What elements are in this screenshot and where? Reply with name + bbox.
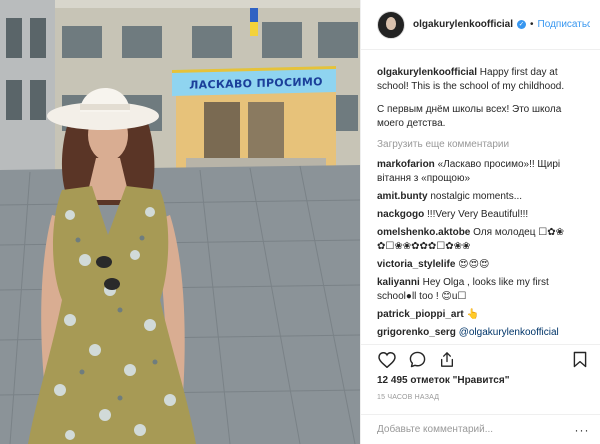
post-header: olgakurylenkoofficial ✓ • Подписаться (361, 0, 600, 50)
caption-username[interactable]: olgakurylenkoofficial (377, 67, 477, 78)
comment-item: grigorenko_serg @olgakurylenkoofficial (377, 326, 590, 340)
comment-item: amit.bunty nostalgic moments... (377, 190, 590, 204)
comment-username[interactable]: nackgogo (377, 209, 424, 220)
more-options-icon[interactable]: ··· (574, 424, 590, 436)
share-icon[interactable] (437, 350, 457, 370)
comment-text: 😍😍😍 (455, 259, 490, 270)
load-more-comments-link[interactable]: Загрузить еще комментарии (377, 139, 590, 150)
comment-username[interactable]: markofarion (377, 159, 435, 170)
comment-text: 👆 (463, 309, 479, 320)
photo-illustration (0, 0, 360, 444)
post-photo[interactable]: ЛАСКАВО ПРОСИМО (0, 0, 360, 444)
post-timestamp[interactable]: 15 часов назад (377, 394, 439, 401)
comment-username[interactable]: grigorenko_serg (377, 327, 456, 338)
comment-item: patrick_pioppi_art 👆 (377, 308, 590, 322)
comment-item: nackgogo !!!Very Very Beautiful!!! (377, 208, 590, 222)
caption: olgakurylenkoofficial Happy first day at… (377, 66, 590, 94)
verified-badge-icon: ✓ (517, 20, 527, 29)
comment-text: nostalgic moments... (427, 191, 523, 202)
bookmark-icon[interactable] (570, 350, 590, 370)
comment-mention-link[interactable]: @olgakurylenkoofficial (459, 327, 559, 338)
follow-button[interactable]: Подписаться (538, 19, 590, 30)
comment-text: !!!Very Very Beautiful!!! (424, 209, 529, 220)
comment-username[interactable]: victoria_stylelife (377, 259, 455, 270)
comment-username[interactable]: patrick_pioppi_art (377, 309, 464, 320)
comment-username[interactable]: kaliyanni (377, 277, 420, 288)
comment-bubble-icon[interactable] (407, 350, 427, 370)
add-comment-input[interactable] (377, 424, 574, 435)
comment-username[interactable]: omelshenko.aktobe (377, 227, 470, 238)
comments-list: olgakurylenkoofficial Happy first day at… (361, 50, 600, 342)
heart-icon[interactable] (377, 350, 397, 370)
comment-item: victoria_stylelife 😍😍😍 (377, 258, 590, 272)
avatar[interactable] (377, 10, 405, 39)
add-comment-bar: ··· (361, 414, 600, 444)
header-separator: • (530, 19, 534, 30)
comment-item: markofarion «Ласкаво просимо»!! Щирі віт… (377, 158, 590, 186)
comment-item: omelshenko.aktobe Оля молодец ☐✿❀ ✿☐❀❀✿✿… (377, 226, 590, 254)
instagram-post: ЛАСКАВО ПРОСИМО olgakurylenkoofficial ✓ … (0, 0, 600, 444)
school-banner-text: ЛАСКАВО ПРОСИМО (189, 74, 323, 92)
post-sidebar: olgakurylenkoofficial ✓ • Подписаться ol… (360, 0, 600, 444)
likes-count[interactable]: 12 495 отметок "Нравится" (377, 375, 509, 386)
caption-text-ru: С первым днём школы всех! Это школа моег… (377, 104, 562, 129)
post-actions (361, 344, 600, 374)
comment-item: kaliyanni Hey Olga , looks like my first… (377, 276, 590, 304)
header-username[interactable]: olgakurylenkoofficial (413, 19, 513, 30)
comment-username[interactable]: amit.bunty (377, 191, 428, 202)
